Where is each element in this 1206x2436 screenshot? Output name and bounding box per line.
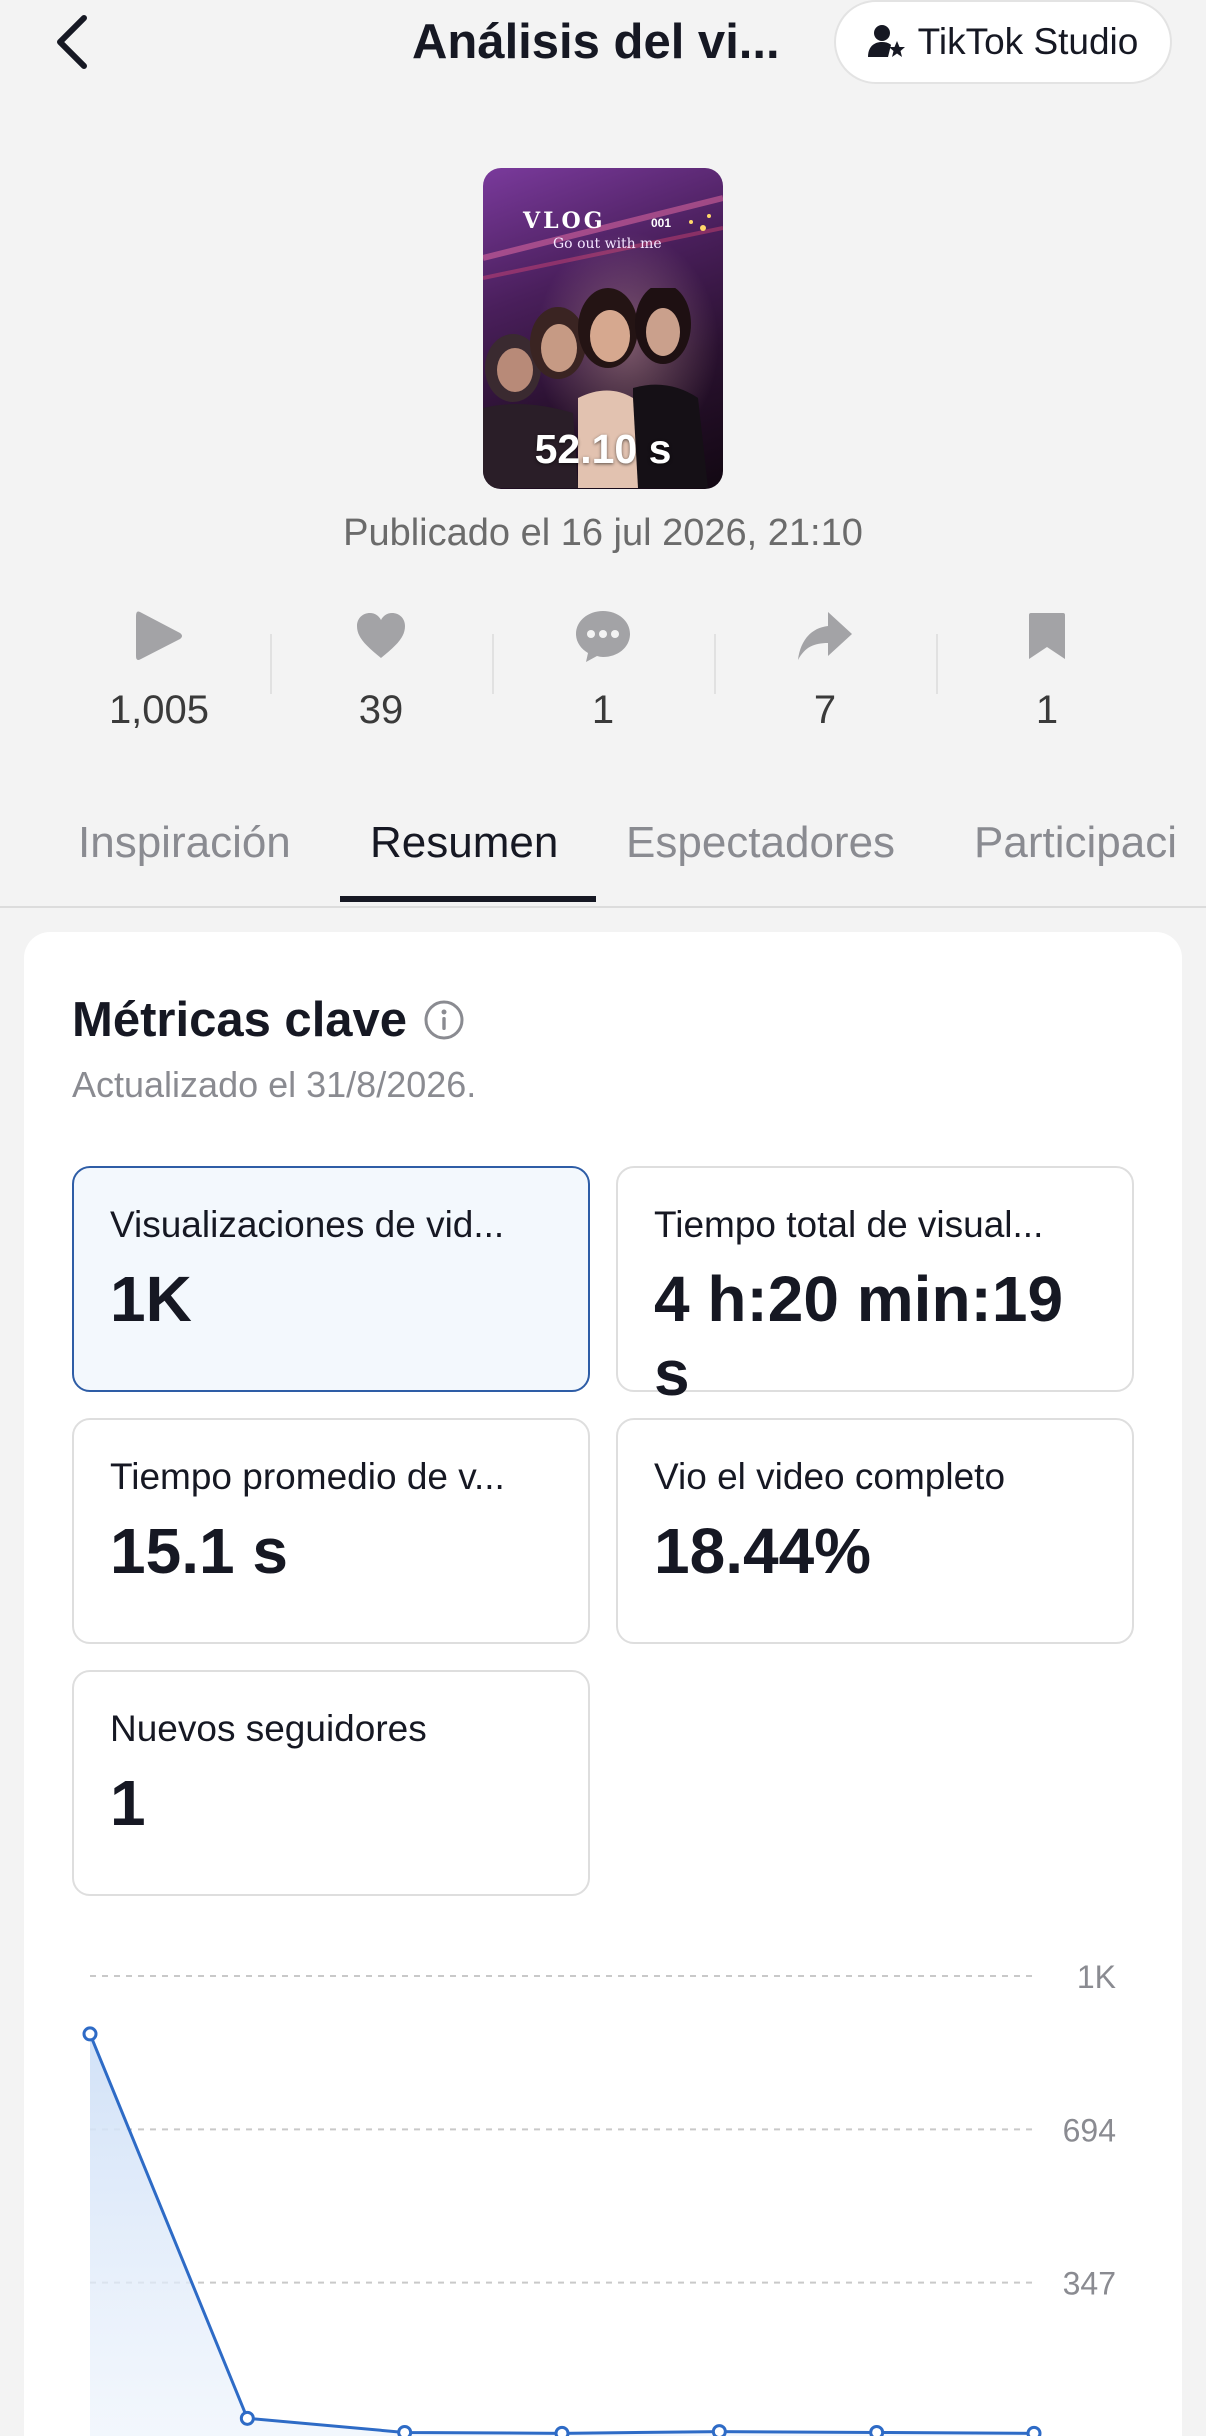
published-date: Publicado el 16 jul 2026, 21:10	[343, 512, 863, 554]
video-thumbnail[interactable]: VLOG 001 Go out with me 52.10 s	[483, 168, 723, 489]
tab-resumen[interactable]: Resumen	[370, 818, 558, 868]
active-tab-indicator	[340, 896, 596, 902]
stat-shares: 7	[714, 604, 936, 754]
chart-data-point[interactable]	[1026, 2425, 1042, 2436]
heart-icon	[357, 613, 405, 658]
divider	[492, 634, 494, 694]
stat-views: 1,005	[48, 604, 270, 754]
stat-comments-value: 1	[591, 688, 615, 732]
tiktok-studio-button[interactable]: TikTok Studio	[834, 0, 1172, 84]
divider	[714, 634, 716, 694]
chart-area-fill	[90, 2033, 1034, 2436]
divider	[936, 634, 938, 694]
chart-data-point[interactable]	[869, 2424, 885, 2436]
bookmark-icon	[1029, 613, 1065, 659]
views-chart: 1K 694 347	[82, 1959, 1116, 2436]
stat-views-value: 1,005	[108, 688, 210, 732]
stat-shares-value: 7	[813, 688, 837, 732]
key-metrics-card: Métricas clave Actualizado el 31/8/2026.…	[24, 932, 1182, 2436]
share-icon	[798, 612, 852, 660]
chart-y-tick-label: 694	[1063, 2112, 1116, 2148]
tab-participacion[interactable]: Participaci	[974, 818, 1177, 868]
tab-espectadores[interactable]: Espectadores	[626, 818, 895, 868]
comment-icon	[576, 611, 630, 662]
tab-bar: Inspiración Resumen Espectadores Partici…	[0, 808, 1206, 908]
chart-data-point[interactable]	[239, 2410, 255, 2426]
overlay-title: VLOG	[523, 208, 606, 234]
stat-comments: 1	[492, 604, 714, 754]
chart-y-tick-label: 1K	[1077, 1959, 1116, 1995]
stat-likes-value: 39	[358, 688, 404, 732]
overlay-subtitle: Go out with me	[553, 236, 662, 252]
chart-series-line	[88, 2033, 1035, 2435]
tab-inspiracion[interactable]: Inspiración	[78, 818, 291, 868]
play-icon	[136, 611, 182, 660]
stat-likes: 39	[270, 604, 492, 754]
divider	[270, 634, 272, 694]
overlay-number: 001	[651, 216, 672, 230]
stat-saves-value: 1	[1035, 688, 1059, 732]
tiktok-studio-label: TikTok Studio	[917, 21, 1139, 62]
chart-data-point[interactable]	[711, 2424, 727, 2436]
back-button[interactable]	[42, 12, 102, 72]
chart-data-point[interactable]	[554, 2425, 570, 2436]
user-star-icon	[867, 25, 905, 57]
video-duration: 52.10 s	[534, 426, 672, 472]
header: Análisis del vi... TikTok Studio	[0, 0, 1206, 90]
stat-saves: 1	[936, 604, 1158, 754]
chevron-left-icon	[57, 15, 87, 69]
video-stats: 1,005 39 1 7 1	[48, 604, 1158, 754]
chart-y-tick-label: 347	[1063, 2266, 1116, 2302]
chart-data-point[interactable]	[397, 2424, 413, 2436]
chart-data-point[interactable]	[82, 2026, 98, 2042]
page-title: Análisis del vi...	[412, 15, 780, 69]
